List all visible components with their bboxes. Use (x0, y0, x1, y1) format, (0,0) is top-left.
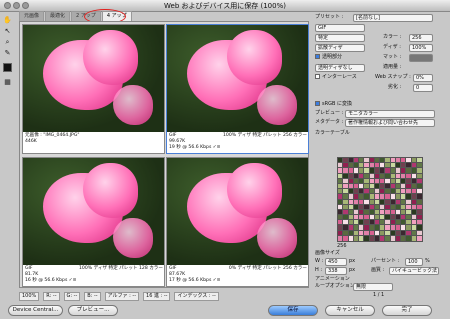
preview-pane-4[interactable]: GIF 87.67K 17 秒 @ 56.6 Kbps ✓≡ 0% ディザ 特定 … (166, 157, 309, 287)
preview-select[interactable]: モニタカラー (345, 110, 435, 118)
websnap-label: Web スナップ : (375, 74, 411, 80)
eyedropper-color-swatch[interactable] (3, 63, 12, 72)
pane-info-right: 0% ディザ 特定 パレット 256 カラー (228, 266, 307, 271)
websnap-field[interactable]: 0% (413, 74, 433, 82)
rose-image (167, 158, 308, 265)
lossy-field[interactable]: 0 (413, 84, 433, 92)
percent-label: パーセント : (371, 258, 400, 264)
amount-label: 適用量 : (383, 64, 402, 70)
done-button[interactable]: 完了 (382, 305, 432, 316)
matte-label: マット : (383, 54, 402, 60)
image-size-title: 画像サイズ (315, 250, 340, 256)
zoom-tool-icon[interactable]: ⌕ (2, 37, 13, 47)
height-field[interactable]: 338 (325, 267, 347, 275)
pane-info-left: 元画像 : "IMG_0464.JPG" 446K (25, 133, 80, 144)
cancel-button[interactable]: キャンセル (325, 305, 375, 316)
color-count: 256 (337, 243, 347, 249)
dither-label: ディザ : (383, 44, 401, 50)
colors-label: カラー : (383, 34, 402, 40)
transparency-label: 透明部分 (322, 54, 343, 60)
pane-info-left: GIF 81.7K 16 秒 @ 56.6 Kbps ✓≡ (25, 266, 77, 283)
hex-readout: 16 進 : -- (143, 291, 171, 301)
tab-original[interactable]: 元画像 (19, 11, 45, 21)
width-field[interactable]: 450 (325, 258, 347, 266)
settings-panel: プリセット : [名前なし] GIF 特定 カラー : 256 拡散ディザ ディ… (313, 12, 449, 302)
quality-select[interactable]: バイキュービック法 (389, 267, 439, 275)
lossy-label: 劣化 : (388, 84, 402, 90)
dither-field[interactable]: 100% (409, 44, 433, 52)
tab-optimized[interactable]: 最適化 (45, 11, 71, 21)
color-table-title: カラーテーブル (315, 130, 350, 136)
window-title: Web およびデバイス用に保存 (100%) (164, 2, 286, 10)
colors-field[interactable]: 256 (409, 34, 433, 42)
save-button[interactable]: 保存 (268, 305, 318, 316)
hand-tool-icon[interactable]: ✋ (2, 15, 13, 25)
preview-grid: 元画像 : "IMG_0464.JPG" 446K GIF 99.67K 19 … (19, 21, 309, 288)
srgb-checkbox[interactable]: sRGB に変換 (315, 100, 352, 109)
dither-algorithm-select[interactable]: 拡散ディザ (315, 44, 365, 52)
interlace-checkbox[interactable]: インターレース (315, 73, 357, 82)
checkbox-icon (315, 101, 320, 106)
checkbox-icon (315, 54, 320, 59)
percent-field[interactable]: 100 (405, 258, 423, 266)
button-bar: Device Central... プレビュー... 保存 キャンセル 完了 (0, 302, 450, 319)
format-select[interactable]: GIF (315, 24, 365, 32)
percent-unit: % (425, 258, 430, 264)
rose-image (23, 25, 164, 132)
preset-label: プリセット : (315, 14, 344, 20)
loop-label: ループオプション : (315, 283, 358, 289)
green-readout: G: -- (63, 291, 81, 301)
metadata-label: メタデータ : (315, 119, 344, 125)
transparency-checkbox[interactable]: 透明部分 (315, 53, 342, 62)
index-readout: インデックス : -- (174, 291, 219, 301)
checkbox-icon (315, 74, 320, 79)
alpha-readout: アルファ : -- (104, 291, 140, 301)
preview-pane-original[interactable]: 元画像 : "IMG_0464.JPG" 446K (22, 24, 165, 154)
preview-button[interactable]: プレビュー... (68, 305, 118, 316)
preview-pane-2[interactable]: GIF 99.67K 19 秒 @ 56.6 Kbps ✓≡ 100% ディザ 特… (166, 24, 309, 154)
rose-image (23, 158, 164, 265)
metadata-select[interactable]: 著作権情報および問い合わせ先 (345, 119, 435, 127)
width-unit: px (349, 258, 356, 264)
srgb-label: sRGB に変換 (322, 101, 352, 107)
color-table[interactable] (336, 156, 424, 243)
interlace-label: インターレース (322, 74, 357, 80)
pane-info-right: 100% ディザ 特定 パレット 128 カラー (78, 266, 163, 271)
matte-select[interactable] (409, 54, 433, 62)
pane-info-left: GIF 87.67K 17 秒 @ 56.6 Kbps ✓≡ (169, 266, 221, 283)
toggle-slices-icon[interactable]: ▦ (2, 77, 13, 87)
width-label: W : (315, 258, 324, 264)
loop-select[interactable]: 無限 (353, 283, 393, 291)
slice-select-tool-icon[interactable]: ↖ (2, 26, 13, 36)
status-bar: 100% R: -- G: -- B: -- アルファ : -- 16 進 : … (19, 291, 309, 301)
preview-pane-3[interactable]: GIF 81.7K 16 秒 @ 56.6 Kbps ✓≡ 100% ディザ 特定… (22, 157, 165, 287)
red-readout: R: -- (43, 291, 60, 301)
preset-select[interactable]: [名前なし] (353, 14, 433, 22)
preview-label: プレビュー : (315, 110, 344, 116)
color-table-swatch[interactable] (415, 234, 424, 243)
zoom-window-icon[interactable] (22, 2, 29, 9)
frame-counter: 1 / 1 (373, 292, 385, 298)
height-label: H : (315, 267, 323, 273)
reduction-select[interactable]: 特定 (315, 34, 365, 42)
rose-image (167, 25, 308, 132)
pane-info-left: GIF 99.67K 19 秒 @ 56.6 Kbps ✓≡ (169, 133, 221, 150)
toolbox: ✋ ↖ ⌕ ✎ ▦ (2, 14, 16, 86)
device-central-button[interactable]: Device Central... (8, 305, 63, 316)
pane-info-right: 100% ディザ 特定 パレット 256 カラー (222, 133, 307, 138)
transparency-dither-select[interactable]: 透明ディザなし (315, 64, 365, 72)
quality-label: 画質 : (371, 267, 385, 273)
eyedropper-tool-icon[interactable]: ✎ (2, 48, 13, 58)
blue-readout: B: -- (84, 291, 101, 301)
close-window-icon[interactable] (4, 2, 11, 9)
minimize-window-icon[interactable] (13, 2, 20, 9)
height-unit: px (349, 267, 356, 273)
zoom-level-select[interactable]: 100% (19, 291, 40, 301)
